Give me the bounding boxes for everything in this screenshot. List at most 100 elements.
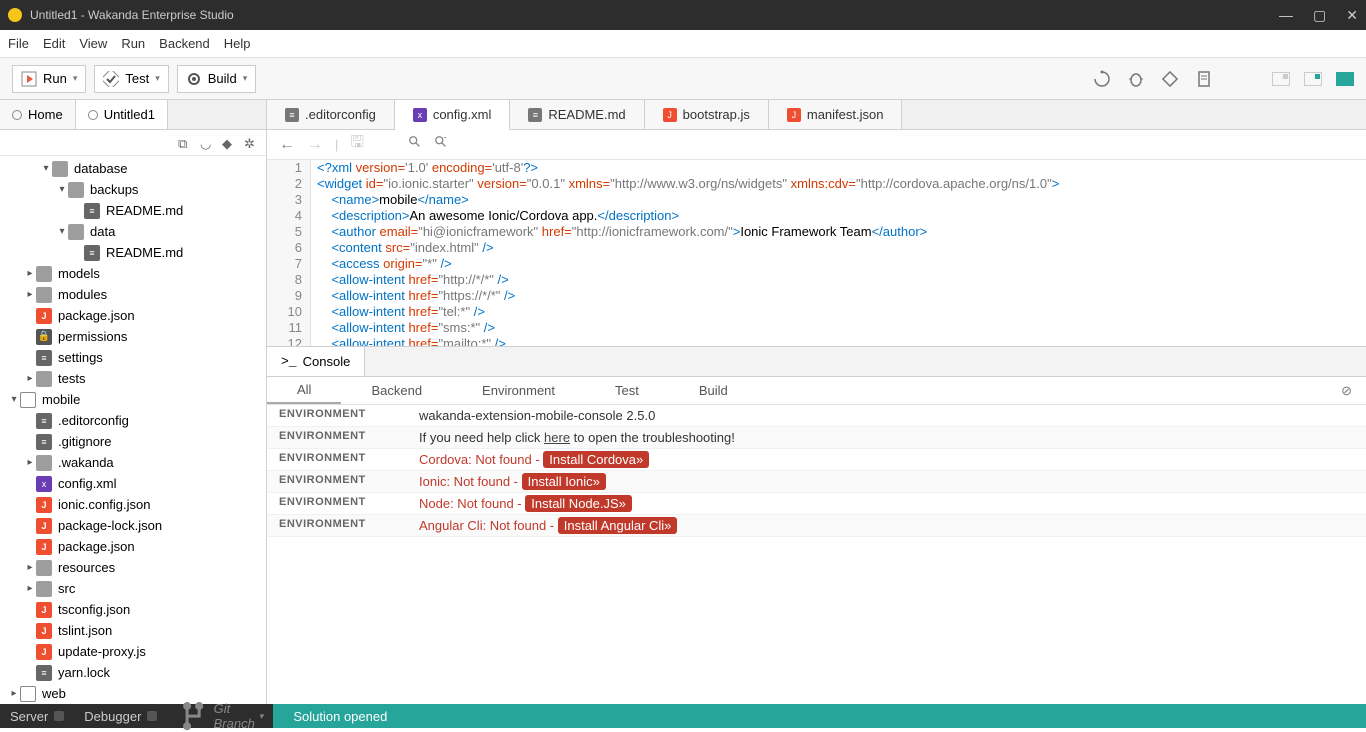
install-button[interactable]: Install Cordova» (543, 451, 649, 468)
tree-item--gitignore[interactable]: ≡.gitignore (0, 431, 266, 452)
tree-item-README-md[interactable]: ≡README.md (0, 200, 266, 221)
project-tab[interactable]: Untitled1 (76, 100, 168, 129)
close-button[interactable]: ✕ (1346, 7, 1358, 24)
indicator-1[interactable] (1272, 72, 1290, 86)
install-button[interactable]: Install Ionic» (522, 473, 606, 490)
tree-item-ionic-config-json[interactable]: Jionic.config.json (0, 494, 266, 515)
menu-help[interactable]: Help (224, 36, 251, 51)
tree-item-config-xml[interactable]: xconfig.xml (0, 473, 266, 494)
editor-tab--editorconfig[interactable]: ≡.editorconfig (267, 100, 395, 129)
back-icon[interactable]: ← (279, 136, 295, 154)
editor-toolbar: ← → | 🖫 (267, 130, 1366, 160)
tree-item-models[interactable]: ▸models (0, 263, 266, 284)
filter-backend[interactable]: Backend (341, 377, 452, 404)
status-debugger[interactable]: Debugger (74, 709, 167, 724)
menu-view[interactable]: View (79, 36, 107, 51)
editor-tabs: ≡.editorconfigxconfig.xml≡README.mdJboot… (267, 100, 1366, 130)
tree-item-package-lock-json[interactable]: Jpackage-lock.json (0, 515, 266, 536)
console-tab-label: Console (303, 354, 351, 369)
tag-icon[interactable]: ◆ (222, 136, 236, 150)
menubar: File Edit View Run Backend Help (0, 30, 1366, 58)
window-title: Untitled1 - Wakanda Enterprise Studio (30, 8, 1279, 22)
status-git[interactable]: Git Branch▾ (167, 700, 273, 732)
tree-item-settings[interactable]: ≡settings (0, 347, 266, 368)
tree-item-README-md[interactable]: ≡README.md (0, 242, 266, 263)
console-output[interactable]: ENVIRONMENTwakanda-extension-mobile-cons… (267, 405, 1366, 704)
editor-area: ≡.editorconfigxconfig.xml≡README.mdJboot… (267, 100, 1366, 704)
settings-icon[interactable]: ✲ (244, 136, 258, 150)
file-tree[interactable]: ▾database▾backups≡README.md▾data≡README.… (0, 156, 266, 704)
menu-run[interactable]: Run (121, 36, 145, 51)
dropdown-icon: ▾ (73, 73, 78, 84)
sidebar-toolbar: ⧉ ◡ ◆ ✲ (0, 130, 266, 156)
editor-tab-manifest-json[interactable]: Jmanifest.json (769, 100, 903, 129)
filter-environment[interactable]: Environment (452, 377, 585, 404)
build-label: Build (208, 71, 237, 86)
console-row: ENVIRONMENTAngular Cli: Not found - Inst… (267, 515, 1366, 537)
tree-icon[interactable]: ⧉ (178, 136, 192, 150)
home-tab[interactable]: Home (0, 100, 76, 129)
save-icon[interactable]: 🖫 (350, 131, 364, 158)
editor-tab-README-md[interactable]: ≡README.md (510, 100, 644, 129)
tree-item-yarn-lock[interactable]: ≡yarn.lock (0, 662, 266, 683)
tree-item-mobile[interactable]: ▾mobile (0, 389, 266, 410)
minimize-button[interactable]: — (1279, 7, 1293, 24)
bottom-panel: >_ Console AllBackendEnvironmentTestBuil… (267, 346, 1366, 704)
tree-item-tslint-json[interactable]: Jtslint.json (0, 620, 266, 641)
tree-item--wakanda[interactable]: ▸.wakanda (0, 452, 266, 473)
install-button[interactable]: Install Angular Cli» (558, 517, 678, 534)
console-row: ENVIRONMENTNode: Not found - Install Nod… (267, 493, 1366, 515)
tree-item-package-json[interactable]: Jpackage.json (0, 305, 266, 326)
console-row: ENVIRONMENTIf you need help click here t… (267, 427, 1366, 449)
clear-console-icon[interactable]: ⊘ (1327, 377, 1366, 404)
install-button[interactable]: Install Node.JS» (525, 495, 632, 512)
gear-icon (186, 71, 202, 87)
app-icon (8, 8, 22, 22)
run-label: Run (43, 71, 67, 86)
filter-test[interactable]: Test (585, 377, 669, 404)
menu-backend[interactable]: Backend (159, 36, 210, 51)
tree-item-permissions[interactable]: 🔒permissions (0, 326, 266, 347)
diamond-icon[interactable] (1160, 69, 1180, 89)
test-button[interactable]: Test ▾ (94, 65, 168, 93)
tree-item-data[interactable]: ▾data (0, 221, 266, 242)
person-icon[interactable]: ◡ (200, 136, 214, 150)
status-server[interactable]: Server (0, 709, 74, 724)
console-row: ENVIRONMENTCordova: Not found - Install … (267, 449, 1366, 471)
indicator-2[interactable] (1304, 72, 1322, 86)
clipboard-icon[interactable] (1194, 69, 1214, 89)
console-tab[interactable]: >_ Console (267, 347, 365, 376)
maximize-button[interactable]: ▢ (1313, 7, 1326, 24)
tree-item-package-json[interactable]: Jpackage.json (0, 536, 266, 557)
filter-all[interactable]: All (267, 377, 341, 404)
titlebar: Untitled1 - Wakanda Enterprise Studio — … (0, 0, 1366, 30)
reload-icon[interactable] (1092, 69, 1112, 89)
menu-file[interactable]: File (8, 36, 29, 51)
console-row: ENVIRONMENTIonic: Not found - Install Io… (267, 471, 1366, 493)
tree-item-resources[interactable]: ▸resources (0, 557, 266, 578)
tree-item-tsconfig-json[interactable]: Jtsconfig.json (0, 599, 266, 620)
tree-item-database[interactable]: ▾database (0, 158, 266, 179)
editor-tab-bootstrap-js[interactable]: Jbootstrap.js (645, 100, 769, 129)
tree-item-modules[interactable]: ▸modules (0, 284, 266, 305)
dropdown-icon: ▾ (243, 73, 248, 84)
sidebar: Home Untitled1 ⧉ ◡ ◆ ✲ ▾database▾backups… (0, 100, 267, 704)
tree-item-tests[interactable]: ▸tests (0, 368, 266, 389)
bug-icon[interactable] (1126, 69, 1146, 89)
tree-item-src[interactable]: ▸src (0, 578, 266, 599)
code-editor[interactable]: 1<?xml version='1.0' encoding='utf-8'?>2… (267, 160, 1366, 346)
console-icon: >_ (281, 354, 297, 369)
tree-item-backups[interactable]: ▾backups (0, 179, 266, 200)
dropdown-icon: ▾ (155, 73, 160, 84)
filter-build[interactable]: Build (669, 377, 758, 404)
search-replace-icon[interactable] (434, 135, 448, 154)
editor-tab-config-xml[interactable]: xconfig.xml (395, 100, 511, 130)
search-icon[interactable] (408, 135, 422, 154)
menu-edit[interactable]: Edit (43, 36, 65, 51)
tree-item--editorconfig[interactable]: ≡.editorconfig (0, 410, 266, 431)
tree-item-update-proxy-js[interactable]: Jupdate-proxy.js (0, 641, 266, 662)
run-button[interactable]: Run ▾ (12, 65, 86, 93)
forward-icon[interactable]: → (307, 136, 323, 154)
indicator-3[interactable] (1336, 72, 1354, 86)
build-button[interactable]: Build ▾ (177, 65, 256, 93)
